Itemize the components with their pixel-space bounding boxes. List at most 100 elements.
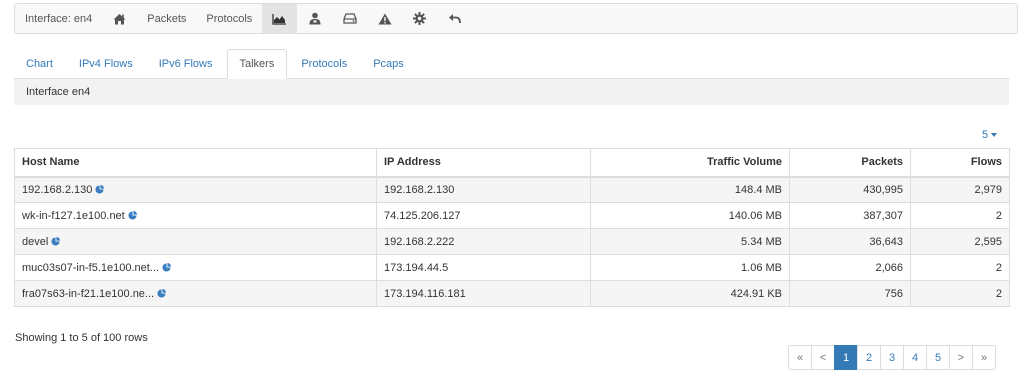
traffic-value: 424.91 KB (730, 287, 782, 300)
col-flows[interactable]: Flows (910, 148, 1010, 178)
ip-value: 173.194.116.181 (384, 287, 466, 300)
tab-pcaps[interactable]: Pcaps (361, 50, 416, 78)
page-4-button[interactable]: 4 (903, 345, 927, 370)
traffic-value: 5.34 MB (741, 235, 782, 248)
table-row: fra07s63-in-f21.1e100.ne... 173.194.116.1… (14, 280, 1010, 307)
table-row: 192.168.2.130 192.168.2.130 148.4 MB 430,99… (14, 176, 1010, 203)
ip-value: 74.125.206.127 (384, 209, 461, 222)
cell-packets: 36,643 (789, 228, 911, 255)
flows-value: 2 (995, 287, 1002, 300)
cell-ip: 173.194.116.181 (376, 280, 591, 307)
area-chart-icon[interactable] (262, 4, 298, 33)
home-icon[interactable] (102, 4, 137, 33)
gear-icon[interactable] (402, 4, 437, 33)
cell-host: muc03s07-in-f5.1e100.net... (14, 254, 377, 281)
host-name-link[interactable]: 192.168.2.130 (22, 184, 92, 196)
packets-value: 387,307 (863, 209, 903, 222)
pie-chart-icon[interactable] (51, 236, 61, 246)
page-2-button[interactable]: 2 (857, 345, 881, 370)
ip-value: 173.194.44.5 (384, 261, 449, 274)
tab-ipv4-flows[interactable]: IPv4 Flows (67, 50, 145, 78)
cell-ip: 192.168.2.222 (376, 228, 591, 255)
cell-ip: 173.194.44.5 (376, 254, 591, 281)
talkers-table: Host Name IP Address Traffic Volume Pack… (14, 148, 1010, 307)
cell-ip: 74.125.206.127 (376, 202, 591, 229)
cell-packets: 430,995 (789, 176, 911, 203)
cell-packets: 756 (789, 280, 911, 307)
cell-host: devel (14, 228, 377, 255)
caret-down-icon (991, 133, 998, 137)
host-name-link[interactable]: muc03s07-in-f5.1e100.net... (22, 262, 159, 274)
cell-traffic: 148.4 MB (590, 176, 790, 203)
table-row: wk-in-f127.1e100.net 74.125.206.127 140.06… (14, 202, 1010, 229)
pie-chart-icon[interactable] (95, 184, 105, 194)
traffic-value: 140.06 MB (728, 209, 782, 222)
tab-protocols[interactable]: Protocols (289, 50, 359, 78)
col-packets[interactable]: Packets (789, 148, 911, 178)
page-3-button[interactable]: 3 (880, 345, 904, 370)
cell-packets: 2,066 (789, 254, 911, 281)
packets-value: 36,643 (869, 235, 903, 248)
last-page-button[interactable]: » (972, 345, 996, 370)
flows-value: 2 (995, 261, 1002, 274)
cell-host: wk-in-f127.1e100.net (14, 202, 377, 229)
tab-ipv6-flows[interactable]: IPv6 Flows (147, 50, 225, 78)
page-5-button[interactable]: 5 (926, 345, 950, 370)
interface-bar-text: Interface en4 (26, 86, 91, 98)
host-name-link[interactable]: fra07s63-in-f21.1e100.ne... (22, 288, 154, 300)
tab-talkers[interactable]: Talkers (226, 49, 288, 79)
cell-traffic: 140.06 MB (590, 202, 790, 229)
host-name-link[interactable]: wk-in-f127.1e100.net (22, 210, 125, 222)
cell-flows: 2,595 (910, 228, 1010, 255)
page-size-value: 5 (982, 129, 989, 141)
packets-value: 2,066 (875, 261, 903, 274)
cell-ip: 192.168.2.130 (376, 176, 591, 203)
col-traffic-volume[interactable]: Traffic Volume (590, 148, 790, 178)
hard-drive-icon[interactable] (332, 4, 367, 33)
first-page-button[interactable]: « (788, 345, 812, 370)
interface-menu[interactable]: Interface: en4 (15, 4, 102, 33)
cell-host: 192.168.2.130 (14, 176, 377, 203)
table-row: devel 192.168.2.222 5.34 MB 36,643 2,595 (14, 228, 1010, 255)
interface-bar: Interface en4 (14, 79, 1009, 105)
ip-value: 192.168.2.222 (384, 235, 455, 248)
cell-flows: 2 (910, 280, 1010, 307)
tab-chart[interactable]: Chart (14, 50, 65, 78)
page-1-button[interactable]: 1 (834, 345, 858, 370)
cell-packets: 387,307 (789, 202, 911, 229)
view-tabs: Chart IPv4 Flows IPv6 Flows Talkers Prot… (14, 49, 1009, 79)
table-header-row: Host Name IP Address Traffic Volume Pack… (14, 148, 1010, 178)
flows-value: 2,595 (974, 235, 1002, 248)
table-row: muc03s07-in-f5.1e100.net... 173.194.44.5 1… (14, 254, 1010, 281)
page-size-dropdown[interactable]: 5 (982, 129, 998, 141)
flows-value: 2 (995, 209, 1002, 222)
pie-chart-icon[interactable] (162, 262, 171, 272)
cell-flows: 2 (910, 202, 1010, 229)
traffic-value: 1.06 MB (741, 261, 782, 274)
top-navbar: Interface: en4 Packets Protocols (14, 3, 1018, 34)
host-name-link[interactable]: devel (22, 236, 48, 248)
cell-flows: 2,979 (910, 176, 1010, 203)
pie-chart-icon[interactable] (157, 288, 167, 298)
packets-menu[interactable]: Packets (137, 4, 196, 33)
packets-value: 430,995 (863, 183, 903, 196)
next-page-button[interactable]: > (949, 345, 973, 370)
prev-page-button[interactable]: < (811, 345, 835, 370)
ip-value: 192.168.2.130 (384, 183, 455, 196)
cell-traffic: 424.91 KB (590, 280, 790, 307)
cell-traffic: 5.34 MB (590, 228, 790, 255)
protocols-menu[interactable]: Protocols (196, 4, 262, 33)
user-icon[interactable] (297, 4, 332, 33)
cell-traffic: 1.06 MB (590, 254, 790, 281)
traffic-value: 148.4 MB (734, 183, 782, 196)
cell-host: fra07s63-in-f21.1e100.ne... (14, 280, 377, 307)
packets-value: 756 (884, 287, 903, 300)
back-arrow-icon[interactable] (437, 4, 472, 33)
warning-icon[interactable] (367, 4, 402, 33)
flows-value: 2,979 (974, 183, 1002, 196)
col-ip-address[interactable]: IP Address (376, 148, 591, 178)
cell-flows: 2 (910, 254, 1010, 281)
col-host-name[interactable]: Host Name (14, 148, 377, 178)
pagination: « < 1 2 3 4 5 > » (788, 345, 996, 370)
pie-chart-icon[interactable] (128, 210, 137, 220)
